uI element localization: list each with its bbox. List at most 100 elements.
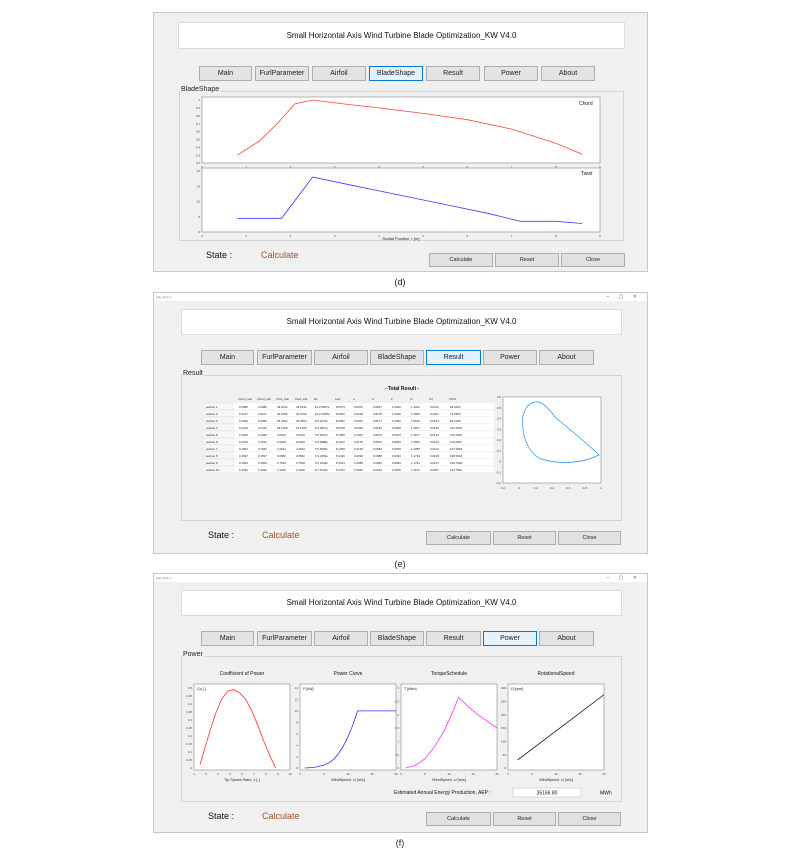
table-cell: 2.3046 xyxy=(277,468,286,472)
table-cell: section 5 xyxy=(206,433,218,437)
y-tick-label: -0.2 xyxy=(496,481,502,485)
table-cell: 0.9999 xyxy=(392,426,401,430)
table-cell: 8.1056 xyxy=(336,433,345,437)
table-cell: 0.0224 xyxy=(373,468,382,472)
table-cell: 84.2196 xyxy=(450,419,461,423)
table-cell: 6.5.3988e xyxy=(315,440,328,444)
table-cell: 0.1662 xyxy=(258,447,267,451)
y-tick-label: 0.25 xyxy=(186,726,192,730)
y-tick-label: 15 xyxy=(197,184,201,188)
table-cell: 8.1751 xyxy=(336,468,345,472)
aep-value: 35166.80 xyxy=(537,791,558,797)
window-result: bak_0r12_1– ▢ ✕ Small Horizontal Axis Wi… xyxy=(153,292,648,554)
tab-power[interactable]: Power xyxy=(483,350,537,365)
table-cell: 0.2980 xyxy=(239,405,248,409)
tab-furlparameter[interactable]: FurlParameter xyxy=(257,631,312,646)
y-tick-label: 150 xyxy=(501,726,506,730)
y-tick-label: 0.3 xyxy=(196,153,201,157)
table-header: a xyxy=(353,397,355,401)
x-tick-label: 10 xyxy=(447,772,451,776)
reset-button[interactable]: Reset xyxy=(493,531,556,545)
table-cell: 6.5.0535e xyxy=(315,447,328,451)
table-header: Twist_calc xyxy=(276,397,290,401)
table-cell: 49.0132 xyxy=(296,405,307,409)
table-cell: 0.2388 xyxy=(354,461,363,465)
table-cell: section 8 xyxy=(206,454,218,458)
table-header: Cd xyxy=(429,397,433,401)
table-cell: 74.2683 xyxy=(450,412,461,416)
tab-bladeshape[interactable]: BladeShape xyxy=(370,350,424,365)
svg-text:Radial Position, r [m]: Radial Position, r [m] xyxy=(383,236,420,241)
calculate-button[interactable]: Calculate xyxy=(426,531,491,545)
table-cell: section 9 xyxy=(206,461,218,465)
table-cell: 0.0108 xyxy=(354,412,363,416)
table-cell: 0.0123 xyxy=(430,433,439,437)
calculate-button[interactable]: Calculate xyxy=(426,812,491,826)
table-cell: 49.0132 xyxy=(277,405,288,409)
tab-about[interactable]: About xyxy=(539,350,594,365)
table-cell: 8.0587 xyxy=(336,419,345,423)
y-tick-label: 0.45 xyxy=(186,694,192,698)
reset-button[interactable]: Reset xyxy=(495,253,559,267)
x-tick-label: 20 xyxy=(602,772,606,776)
y-tick-label: 0.3 xyxy=(497,427,502,431)
table-cell: 0.8178 xyxy=(373,412,382,416)
plot-area xyxy=(299,683,397,771)
tab-power[interactable]: Power xyxy=(484,66,538,81)
x-tick-label: 0.6 xyxy=(566,486,571,490)
y-tick-label: 0.5 xyxy=(188,686,193,690)
table-cell: 0.8100 xyxy=(373,433,382,437)
table-cell: 18.1259 xyxy=(296,426,307,430)
table-cell: 0.1510 xyxy=(239,440,248,444)
table-cell: 109.7900 xyxy=(450,461,462,465)
chart-title: RotationalSpeed xyxy=(538,671,575,677)
tab-result[interactable]: Result xyxy=(426,631,481,646)
table-cell: 1.0000 xyxy=(392,412,401,416)
window-caption: bak_0r12_1– ▢ ✕ xyxy=(154,293,647,301)
tab-result[interactable]: Result xyxy=(426,66,480,81)
close-button[interactable]: Close xyxy=(558,812,621,826)
window-controls[interactable]: – ▢ ✕ xyxy=(607,574,641,582)
table-cell: 0.3490 xyxy=(239,419,248,423)
tab-result[interactable]: Result xyxy=(426,350,481,365)
table-cell: section 4 xyxy=(206,426,218,430)
result-panel-label: Result xyxy=(182,370,204,377)
y-tick-label: 250 xyxy=(501,700,506,704)
tab-furlparameter[interactable]: FurlParameter xyxy=(255,66,309,81)
aep-unit: MWh xyxy=(600,791,612,797)
chart-title: TorqueSchedule xyxy=(431,671,467,677)
table-cell: 25.4952 xyxy=(277,419,288,423)
close-button[interactable]: Close xyxy=(558,531,621,545)
table-header: Twist_edit xyxy=(295,397,308,401)
tab-airfoil[interactable]: Airfoil xyxy=(312,66,366,81)
tab-about[interactable]: About xyxy=(539,631,594,646)
twist-chart: 051015200 1 2 3 4 5 6 7 8 9 Twist xyxy=(197,167,601,238)
table-cell: 8.4.0037e xyxy=(315,426,328,430)
table-cell: section 10 xyxy=(206,468,220,472)
power-panel-label: Power xyxy=(182,651,204,658)
plot-area xyxy=(507,683,605,771)
tab-about[interactable]: About xyxy=(541,66,595,81)
close-button[interactable]: Close xyxy=(561,253,625,267)
y-tick-label: 300 xyxy=(501,686,506,690)
x-tick-label: 20 xyxy=(495,772,499,776)
app-title: Small Horizontal Axis Wind Turbine Blade… xyxy=(181,590,622,616)
tab-main[interactable]: Main xyxy=(199,66,252,81)
table-header: Cl xyxy=(410,397,413,401)
tab-bladeshape[interactable]: BladeShape xyxy=(370,631,424,646)
tab-main[interactable]: Main xyxy=(201,631,254,646)
tab-furlparameter[interactable]: FurlParameter xyxy=(257,350,312,365)
tab-power[interactable]: Power xyxy=(483,631,537,646)
window-controls[interactable]: – ▢ ✕ xyxy=(607,293,641,301)
y-tick-label: 0.5 xyxy=(497,406,502,410)
tab-airfoil[interactable]: Airfoil xyxy=(314,350,368,365)
tab-main[interactable]: Main xyxy=(201,350,254,365)
state-label: State : xyxy=(208,530,235,540)
reset-button[interactable]: Reset xyxy=(493,812,556,826)
tab-bladeshape[interactable]: BladeShape xyxy=(369,66,423,81)
tab-airfoil[interactable]: Airfoil xyxy=(314,631,368,646)
table-cell: 114.7560 xyxy=(450,468,462,472)
table-cell: 3.0582 xyxy=(277,454,286,458)
calculate-button[interactable]: Calculate xyxy=(429,253,493,267)
table-cell: 0.1662 xyxy=(239,447,248,451)
